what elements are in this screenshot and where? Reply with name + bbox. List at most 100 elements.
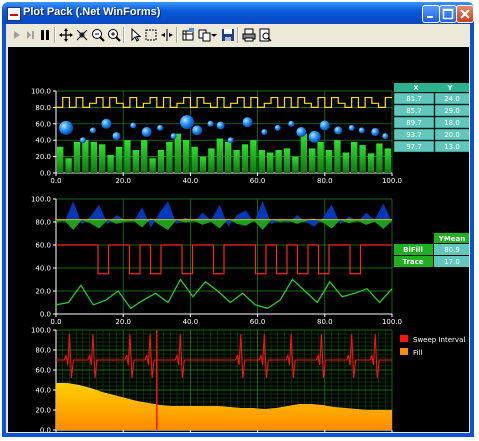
x-tick-label: 60.0: [250, 177, 266, 185]
table-cell-y: 20.0: [444, 131, 460, 139]
table-cell-x: 89.7: [406, 119, 422, 127]
bubble-point: [242, 117, 253, 128]
close-button[interactable]: [456, 5, 474, 23]
print-preview-icon[interactable]: [257, 27, 273, 43]
y-tick-label: 0.0: [40, 311, 51, 319]
bubble-point: [319, 120, 330, 131]
bar: [90, 141, 97, 173]
table-cell-x: 81.7: [406, 95, 422, 103]
step-line-series: [56, 96, 392, 108]
bar: [174, 133, 181, 173]
x-tick-label: 80.0: [317, 177, 333, 185]
bubble-point: [89, 127, 96, 134]
data-table-xy: X Y 81.7 24.0 85.7 29.0 89.7 18.0 93.7 20.0 97.7…: [393, 83, 471, 153]
cursor-icon[interactable]: [159, 27, 175, 43]
table-cell-x: 97.7: [406, 143, 422, 151]
plot-canvas[interactable]: 100.080.060.040.020.00.00.0 20.0 40.0 60.0 8…: [8, 47, 471, 441]
bar: [183, 140, 190, 173]
x-tick-label: 100.0: [382, 177, 402, 185]
bar: [342, 152, 349, 173]
bar: [57, 146, 64, 173]
x-tick-label: 20.0: [115, 318, 131, 326]
select-pointer-icon[interactable]: [127, 27, 143, 43]
y-tick-label: 20.0: [35, 153, 51, 161]
bar: [73, 141, 81, 173]
table-cell-ymean: 17.0: [444, 258, 460, 266]
table-cell-y: 29.0: [444, 107, 460, 115]
minimize-button[interactable]: [422, 5, 440, 23]
axes-pan-icon[interactable]: [74, 27, 90, 43]
top-chart[interactable]: 100.0 80.0 60.0 40.0 20.0 0.00.0 20.0 40.0 60.0 8…: [31, 88, 402, 186]
bar: [208, 148, 215, 173]
legend-swatch-fill: [400, 348, 408, 355]
bar: [225, 141, 232, 173]
bar: [107, 154, 114, 173]
data-view-icon[interactable]: [180, 27, 196, 43]
y-tick-label: 100.0: [31, 196, 51, 204]
bar: [149, 158, 156, 173]
pan-icon[interactable]: [58, 27, 74, 43]
client-area: 100.0 80.0 60.0 40.0 20.0 0.0 0.0 20.0 40.0 60.0 8…: [6, 24, 471, 441]
table-header-y: Y: [446, 84, 453, 92]
middle-chart[interactable]: 100.0 80.0 60.0 40.0 20.0 0.00.0 20.0 40.0 60.0 8…: [31, 196, 402, 327]
bar: [258, 150, 265, 173]
bubble-point: [274, 124, 281, 131]
legend-label-sweep: Sweep Interval: [413, 336, 465, 344]
bar: [292, 156, 299, 173]
bubble-point: [334, 126, 343, 135]
y-tick-label: 40.0: [35, 137, 51, 145]
zoom-in-icon[interactable]: [106, 27, 122, 43]
table-row-label: Trace: [402, 258, 423, 266]
bubble-point: [170, 133, 177, 140]
plot-area[interactable]: 100.0 80.0 60.0 40.0 20.0 0.0 0.0 20.0 40.0 60.0 8…: [8, 47, 471, 441]
bar: [124, 140, 131, 173]
toolbar-separator: [123, 27, 125, 43]
y-tick-label: 40.0: [35, 265, 51, 273]
bottom-chart[interactable]: 100.080.060.040.020.00.00.020.040.060.08…: [31, 327, 402, 441]
y-tick-label: 20.0: [35, 407, 51, 415]
pause-icon[interactable]: [37, 27, 53, 43]
y-tick-label: 100.0: [31, 88, 51, 96]
title-bar[interactable]: Plot Pack (.Net WinForms): [2, 2, 474, 24]
toolbar-separator: [54, 27, 56, 43]
print-icon[interactable]: [241, 27, 257, 43]
save-icon[interactable]: [220, 27, 236, 43]
bubble-point: [59, 120, 74, 135]
bubble-point: [288, 120, 295, 127]
step-icon[interactable]: [22, 27, 38, 43]
window-title: Plot Pack (.Net WinForms): [23, 6, 161, 18]
x-tick-label: 0.0: [50, 177, 61, 185]
app-window: Plot Pack (.Net WinForms) 100.0 80.0 60.…: [2, 2, 474, 441]
bar: [115, 146, 123, 173]
bar: [300, 133, 307, 173]
x-tick-label: 60.0: [250, 318, 266, 326]
table-cell-y: 24.0: [444, 95, 460, 103]
trace-line-series: [55, 278, 393, 310]
bubble-point: [180, 115, 195, 130]
bubble-point: [227, 137, 234, 144]
table-cell-x: 93.7: [406, 131, 422, 139]
bubble-point: [216, 121, 225, 130]
zoom-box-icon[interactable]: [143, 27, 159, 43]
maximize-button[interactable]: [439, 5, 457, 23]
bubble-point: [382, 133, 389, 140]
bubble-point: [261, 129, 268, 135]
bar: [359, 145, 366, 173]
y-tick-label: 100.0: [31, 327, 51, 335]
bubble-point: [141, 127, 152, 137]
bar: [132, 150, 139, 173]
zoom-out-icon[interactable]: [90, 27, 106, 43]
dropdown-icon[interactable]: [210, 27, 218, 43]
bubble-point: [371, 128, 380, 136]
bubble-point: [358, 127, 365, 134]
bubble-point: [192, 125, 203, 136]
y-tick-label: 0.0: [40, 170, 51, 178]
bar: [309, 148, 316, 173]
table-cell-ymean: 80.9: [444, 246, 460, 254]
data-table-ymean: YMean BiFill 80.9 Trace 17.0: [394, 233, 470, 267]
bar: [334, 140, 341, 173]
y-tick-label: 80.0: [35, 219, 51, 227]
bubble-point: [348, 124, 355, 131]
bifill-area-upper: [56, 201, 392, 228]
y-tick-label: 40.0: [35, 387, 51, 395]
